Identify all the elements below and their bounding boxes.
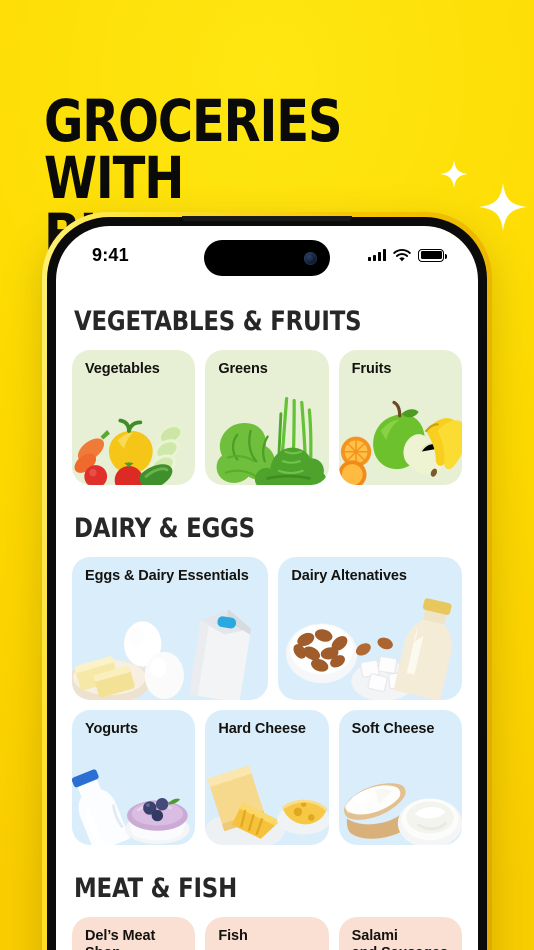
phone-bezel: 9:41 VEGETABLES & FRUITS Vegetables Gree… bbox=[47, 217, 487, 950]
category-row: Yogurts Hard Cheese Soft Cheese bbox=[72, 710, 462, 845]
category-card-eggs-dairy-essentials[interactable]: Eggs & Dairy Essentials bbox=[72, 557, 269, 700]
phone-mockup: 9:41 VEGETABLES & FRUITS Vegetables Gree… bbox=[42, 212, 492, 950]
dynamic-island bbox=[204, 240, 330, 276]
category-card-hard-cheese[interactable]: Hard Cheese bbox=[205, 710, 329, 845]
category-card-dels-meat-shop[interactable]: Del’s Meat Shop bbox=[72, 917, 196, 950]
sparkle-large-icon bbox=[479, 183, 527, 231]
category-card-label: Hard Cheese bbox=[218, 721, 306, 737]
category-row: Eggs & Dairy Essentials Dairy Altenative… bbox=[72, 557, 462, 700]
headline-line-1: GROCERIES WITH bbox=[44, 87, 343, 212]
category-card-soft-cheese[interactable]: Soft Cheese bbox=[338, 710, 462, 845]
category-card-fruits[interactable]: Fruits bbox=[338, 350, 462, 485]
category-row: Del’s Meat Shop Fish bbox=[72, 917, 462, 950]
category-card-label: Greens bbox=[218, 361, 268, 377]
battery-full-icon bbox=[418, 248, 447, 262]
cellular-bars-icon bbox=[367, 249, 386, 261]
status-bar-indicators bbox=[367, 248, 447, 262]
category-card-label: Vegetables bbox=[85, 361, 160, 377]
sparkle-small-icon bbox=[440, 160, 468, 188]
category-card-salami-and-sausages[interactable]: Salami and Sausages bbox=[338, 917, 462, 950]
catalog-scroll-area[interactable]: VEGETABLES & FRUITS Vegetables Greens Fr… bbox=[56, 284, 478, 950]
category-card-dairy-alternatives[interactable]: Dairy Altenatives bbox=[278, 557, 462, 700]
category-card-label: Yogurts bbox=[85, 721, 139, 737]
category-card-greens[interactable]: Greens bbox=[205, 350, 329, 485]
status-bar-time: 9:41 bbox=[92, 244, 129, 265]
category-card-fish[interactable]: Fish bbox=[205, 917, 329, 950]
category-card-label: Dairy Altenatives bbox=[291, 568, 407, 584]
status-bar: 9:41 bbox=[56, 226, 478, 284]
section-title-meat-fish: MEAT & FISH bbox=[74, 873, 238, 904]
section-title-dairy-eggs: DAIRY & EGGS bbox=[74, 513, 255, 544]
category-card-vegetables[interactable]: Vegetables bbox=[72, 350, 196, 485]
category-card-label: Salami and Sausages bbox=[351, 928, 448, 950]
category-card-yogurts[interactable]: Yogurts bbox=[72, 710, 196, 845]
category-row: Vegetables Greens Fruits bbox=[72, 350, 462, 485]
phone-screen: 9:41 VEGETABLES & FRUITS Vegetables Gree… bbox=[56, 226, 478, 950]
front-camera-lens-icon bbox=[304, 251, 317, 265]
section-title-vegetables-fruits: VEGETABLES & FRUITS bbox=[74, 306, 362, 337]
category-card-label: Del’s Meat Shop bbox=[85, 928, 156, 950]
category-card-label: Fruits bbox=[351, 361, 392, 377]
category-card-label: Eggs & Dairy Essentials bbox=[85, 568, 249, 584]
category-card-label: Soft Cheese bbox=[351, 721, 435, 737]
wifi-icon bbox=[393, 248, 411, 261]
category-card-label: Fish bbox=[218, 928, 248, 944]
